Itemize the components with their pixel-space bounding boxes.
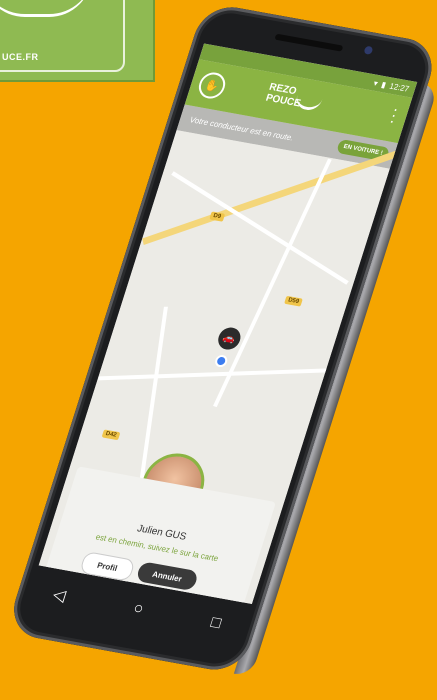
- back-icon[interactable]: ◁: [50, 584, 68, 606]
- status-time: 12:27: [388, 80, 411, 94]
- road: [171, 171, 349, 285]
- phone-body: ▾ ▮ 12:27 ✋ REZO POUCE · · · Votre conduct…: [5, 2, 437, 675]
- map-view[interactable]: D9 D59 D42 🚗 Julien GUS est en chemin, s…: [38, 130, 401, 604]
- home-icon[interactable]: ○: [131, 600, 146, 619]
- earpiece: [274, 33, 344, 52]
- thumb-icon[interactable]: ✋: [195, 70, 229, 101]
- road: [98, 367, 340, 381]
- location-dot: [213, 354, 229, 368]
- app-logo: REZO POUCE: [264, 82, 325, 113]
- wifi-icon: ▾: [372, 78, 380, 88]
- promo-url: UCE.FR: [2, 52, 39, 62]
- battery-icon: ▮: [380, 79, 388, 90]
- road-shield: D59: [284, 295, 303, 307]
- main-road: [142, 149, 401, 246]
- front-camera: [363, 45, 374, 55]
- overflow-menu-icon[interactable]: · · ·: [387, 101, 401, 130]
- recent-apps-icon[interactable]: □: [208, 614, 224, 633]
- promo-banner: UCE.FR: [0, 0, 155, 82]
- road-shield: D42: [101, 429, 121, 441]
- phone-device: ▾ ▮ 12:27 ✋ REZO POUCE · · · Votre conduct…: [5, 2, 437, 677]
